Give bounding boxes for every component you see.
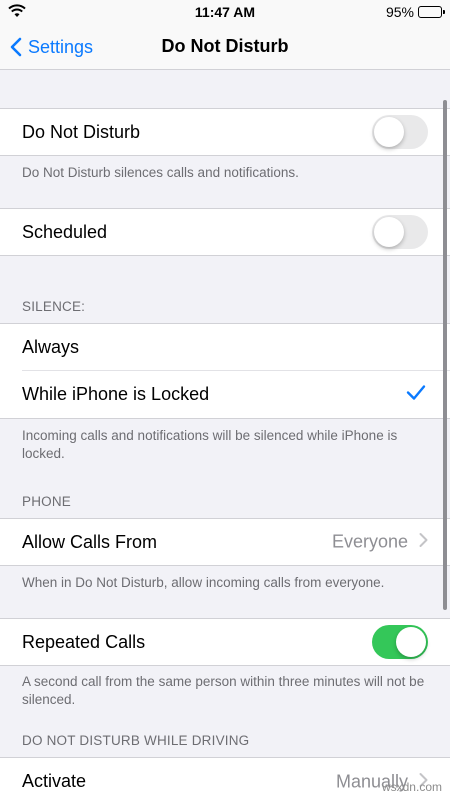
- watermark: wsxdn.com: [381, 780, 442, 794]
- silence-option-while-locked[interactable]: While iPhone is Locked: [0, 371, 450, 419]
- scheduled-row: Scheduled: [0, 208, 450, 256]
- allow-calls-footer: When in Do Not Disturb, allow incoming c…: [22, 575, 385, 590]
- silence-footer: Incoming calls and notifications will be…: [22, 428, 398, 461]
- status-bar: 11:47 AM 95%: [0, 0, 450, 24]
- silence-option-label: Always: [22, 337, 80, 357]
- dnd-row: Do Not Disturb: [0, 108, 450, 156]
- page-title: Do Not Disturb: [161, 36, 289, 56]
- silence-option-label: While iPhone is Locked: [22, 384, 210, 404]
- repeated-calls-label: Repeated Calls: [22, 631, 146, 652]
- driving-header: DO NOT DISTURB WHILE DRIVING: [22, 733, 250, 748]
- silence-option-always[interactable]: Always: [0, 323, 450, 371]
- allow-calls-label: Allow Calls From: [22, 531, 158, 552]
- battery-percent: 95%: [385, 4, 414, 20]
- allow-calls-from-row[interactable]: Allow Calls From Everyone: [0, 518, 450, 566]
- repeated-calls-row: Repeated Calls: [0, 618, 450, 666]
- scrollbar[interactable]: [443, 100, 447, 610]
- battery-icon: [418, 6, 445, 18]
- repeated-calls-toggle[interactable]: [372, 625, 428, 659]
- chevron-right-icon: [419, 532, 428, 553]
- allow-calls-value: Everyone: [331, 531, 408, 552]
- repeated-calls-footer: A second call from the same person withi…: [22, 674, 425, 707]
- scheduled-toggle[interactable]: [372, 215, 428, 249]
- dnd-label: Do Not Disturb: [22, 121, 141, 142]
- scheduled-label: Scheduled: [22, 221, 108, 242]
- status-time: 11:47 AM: [194, 4, 256, 20]
- phone-header: PHONE: [22, 494, 72, 509]
- navigation-bar: Settings Do Not Disturb: [0, 24, 450, 70]
- checkmark-icon: [406, 384, 426, 405]
- dnd-toggle[interactable]: [372, 115, 428, 149]
- dnd-footer: Do Not Disturb silences calls and notifi…: [22, 165, 299, 180]
- activate-label: Activate: [22, 771, 87, 791]
- silence-header: SILENCE:: [22, 299, 86, 314]
